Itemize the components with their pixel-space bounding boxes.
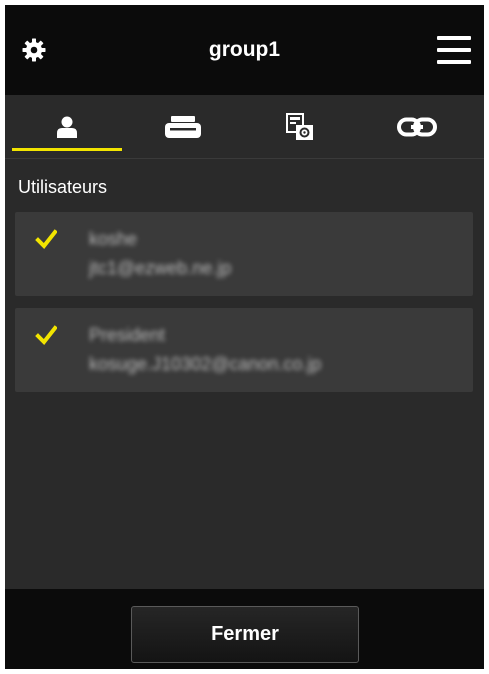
footer-bar: Fermer — [5, 589, 484, 669]
user-icon — [57, 116, 77, 138]
user-name: President — [89, 325, 166, 345]
tab-links[interactable] — [362, 95, 472, 159]
user-email: jtc1@ezweb.ne.jp — [89, 258, 232, 278]
tab-app-settings[interactable] — [245, 95, 355, 159]
tab-bar — [5, 95, 484, 159]
close-button[interactable]: Fermer — [131, 606, 359, 663]
checkbox-checked-icon[interactable] — [35, 229, 57, 251]
tab-printers[interactable] — [128, 95, 238, 159]
link-icon — [397, 117, 437, 137]
page-title: group1 — [208, 38, 281, 61]
app-screen: group1 Utilisateurs koshe jtc1@ezweb.ne.… — [5, 5, 484, 669]
users-section-label: Utilisateurs — [18, 177, 108, 197]
user-list-item[interactable]: koshe jtc1@ezweb.ne.jp — [15, 212, 473, 296]
user-list-item[interactable]: President kosuge.J10302@canon.co.jp — [15, 308, 473, 392]
user-name: koshe — [89, 229, 138, 249]
tab-users[interactable] — [12, 95, 122, 159]
hamburger-menu-icon[interactable] — [437, 36, 471, 64]
app-settings-icon — [286, 113, 313, 140]
printer-icon — [165, 116, 201, 138]
checkbox-checked-icon[interactable] — [35, 325, 57, 347]
user-email: kosuge.J10302@canon.co.jp — [89, 354, 322, 374]
header-bar: group1 — [5, 5, 484, 95]
